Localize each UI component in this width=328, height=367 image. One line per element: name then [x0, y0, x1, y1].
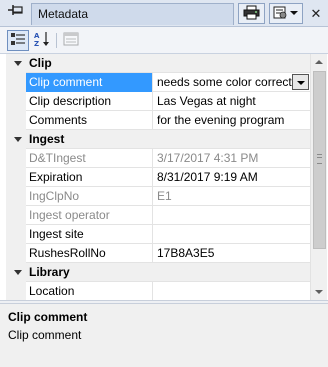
scroll-thumb[interactable]: [313, 71, 326, 249]
svg-text:Z: Z: [34, 40, 39, 47]
properties-menu-button[interactable]: [269, 3, 303, 24]
categorized-view-button[interactable]: [7, 30, 29, 51]
row-gutter: [6, 225, 26, 244]
property-value[interactable]: [154, 282, 310, 300]
property-pages-button[interactable]: [60, 30, 82, 51]
property-row-d-tingest[interactable]: D&TIngest 3/17/2017 4:31 PM: [6, 149, 310, 168]
property-value: [154, 206, 310, 225]
collapse-icon[interactable]: [6, 54, 26, 73]
property-name[interactable]: RushesRollNo: [26, 244, 153, 263]
row-gutter: [6, 206, 26, 225]
property-grid: Clip Clip comment needs some color correct…: [6, 54, 310, 300]
property-pages-icon: [63, 32, 79, 49]
alphabetical-sort-button[interactable]: A Z: [31, 30, 53, 51]
scroll-up-arrow[interactable]: [311, 54, 328, 71]
printer-icon: [243, 5, 260, 23]
category-label: Clip: [29, 56, 52, 70]
category-label: Library: [29, 265, 70, 279]
property-row-expiration[interactable]: Expiration 8/31/2017 9:19 AM: [6, 168, 310, 187]
value-dropdown-button[interactable]: [292, 74, 309, 90]
print-button[interactable]: [238, 3, 265, 24]
close-icon[interactable]: ✕: [306, 3, 326, 24]
scroll-down-arrow[interactable]: [311, 283, 328, 300]
property-name[interactable]: Clip description: [26, 92, 153, 111]
description-text: Clip comment: [8, 328, 82, 342]
property-name[interactable]: Clip comment: [26, 73, 153, 92]
row-gutter: [6, 92, 26, 111]
property-name[interactable]: Expiration: [26, 168, 153, 187]
property-name[interactable]: IngClpNo: [26, 187, 153, 206]
property-name[interactable]: Location: [26, 282, 153, 300]
property-row-clip-comment[interactable]: Clip comment needs some color correction: [6, 73, 310, 92]
row-gutter: [6, 168, 26, 187]
property-value[interactable]: 8/31/2017 9:19 AM: [154, 168, 310, 187]
property-value[interactable]: Las Vegas at night: [154, 92, 310, 111]
property-row-ingest-operator[interactable]: Ingest operator: [6, 206, 310, 225]
property-value: E1: [157, 189, 172, 203]
tab-metadata[interactable]: Metadata: [31, 3, 234, 25]
row-gutter: [6, 149, 26, 168]
property-row-clip-description[interactable]: Clip description Las Vegas at night: [6, 92, 310, 111]
property-value[interactable]: needs some color correction: [154, 73, 310, 92]
properties-menu-icon: [272, 5, 300, 23]
panel-header: Metadata ✕: [0, 0, 328, 27]
property-row-ingest-site[interactable]: Ingest site: [6, 225, 310, 244]
description-title: Clip comment: [8, 310, 88, 324]
property-row-ingclpno[interactable]: IngClpNo E1: [6, 187, 310, 206]
category-label: Ingest: [29, 132, 65, 146]
property-value[interactable]: for the evening program: [154, 111, 310, 130]
row-gutter: [6, 187, 26, 206]
categorized-view-icon: [10, 32, 26, 49]
property-row-rushesrollno[interactable]: RushesRollNo 17B8A3E5: [6, 244, 310, 263]
toolbar-separator: [56, 33, 57, 48]
category-clip[interactable]: Clip: [6, 54, 310, 73]
pin-icon[interactable]: [5, 3, 27, 23]
category-ingest[interactable]: Ingest: [6, 130, 310, 149]
grid-toolbar: A Z: [0, 27, 328, 54]
collapse-icon[interactable]: [6, 130, 26, 149]
collapse-icon[interactable]: [6, 263, 26, 282]
property-name[interactable]: Ingest site: [26, 225, 153, 244]
property-row-comments[interactable]: Comments for the evening program: [6, 111, 310, 130]
sort-az-icon: A Z: [33, 31, 51, 50]
category-library[interactable]: Library: [6, 263, 310, 282]
vertical-scrollbar[interactable]: [310, 54, 327, 300]
svg-text:A: A: [34, 32, 40, 40]
row-gutter: [6, 244, 26, 263]
property-name[interactable]: D&TIngest: [26, 149, 153, 168]
row-gutter: [6, 73, 26, 92]
property-row-location[interactable]: Location: [6, 282, 310, 300]
property-name[interactable]: Ingest operator: [26, 206, 153, 225]
property-name[interactable]: Comments: [26, 111, 153, 130]
description-pane: Clip comment Clip comment: [0, 304, 328, 367]
property-value[interactable]: 17B8A3E5: [154, 244, 310, 263]
tab-metadata-label: Metadata: [38, 7, 89, 21]
row-gutter: [6, 111, 26, 130]
property-value: 3/17/2017 4:31 PM: [157, 151, 259, 165]
row-gutter: [6, 282, 26, 300]
property-value[interactable]: [154, 225, 310, 244]
